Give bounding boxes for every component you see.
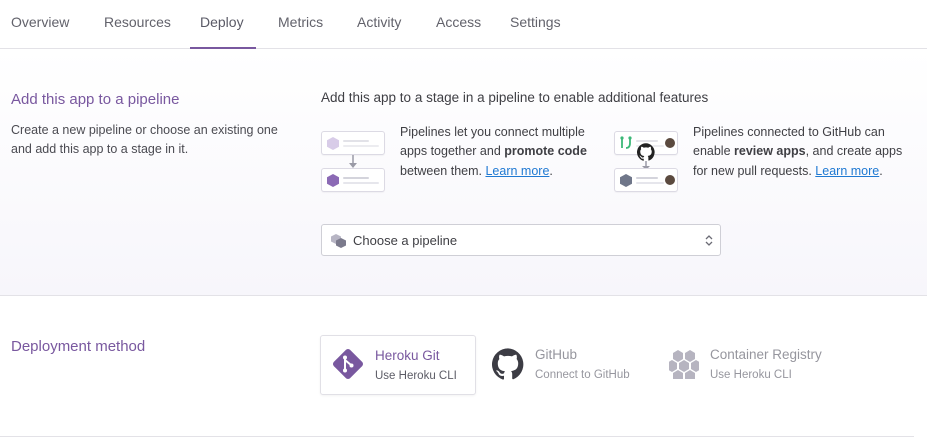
deploy-method-heroku-git[interactable]: Heroku Git Use Heroku CLI bbox=[320, 335, 476, 395]
hexagon-purple-icon bbox=[327, 174, 339, 187]
pipelines-promote-feature-text: Pipelines let you connect multiple apps … bbox=[400, 125, 587, 178]
tab-activity[interactable]: Activity bbox=[357, 14, 401, 30]
section-divider bbox=[0, 436, 914, 437]
choose-pipeline-select[interactable]: Choose a pipeline bbox=[321, 224, 721, 256]
heroku-git-subtitle: Use Heroku CLI bbox=[375, 370, 457, 382]
learn-more-link-review-apps[interactable]: Learn more bbox=[815, 164, 879, 178]
app-nav-tabs: Overview Resources Deploy Metrics Activi… bbox=[0, 0, 927, 49]
pipeline-lead-text: Add this app to a stage in a pipeline to… bbox=[321, 90, 709, 105]
container-registry-subtitle: Use Heroku CLI bbox=[710, 369, 792, 381]
avatar bbox=[665, 138, 675, 148]
git-icon bbox=[332, 348, 364, 380]
github-small-icon bbox=[637, 143, 655, 161]
promote-code-emphasis: promote code bbox=[504, 144, 587, 159]
review-apps-emphasis: review apps bbox=[734, 144, 806, 159]
hexagon-gray-icon bbox=[620, 174, 632, 187]
github-title: GitHub bbox=[535, 347, 578, 362]
avatar bbox=[665, 175, 675, 185]
arrow-down-icon bbox=[349, 155, 357, 168]
stage-card-bottom bbox=[321, 168, 385, 192]
tab-metrics[interactable]: Metrics bbox=[278, 14, 323, 30]
tab-deploy[interactable]: Deploy bbox=[200, 14, 244, 30]
select-value: Choose a pipeline bbox=[353, 233, 458, 248]
tab-resources[interactable]: Resources bbox=[104, 14, 171, 30]
chevron-updown-icon bbox=[705, 235, 713, 246]
stage-card-top bbox=[321, 131, 385, 155]
tab-settings[interactable]: Settings bbox=[510, 14, 561, 30]
pipeline-section-description: Create a new pipeline or choose an exist… bbox=[11, 123, 278, 156]
deployment-method-title: Deployment method bbox=[11, 338, 146, 355]
github-icon bbox=[492, 348, 524, 380]
container-registry-title: Container Registry bbox=[710, 347, 822, 362]
github-subtitle: Connect to GitHub bbox=[535, 369, 630, 381]
tab-access[interactable]: Access bbox=[436, 14, 481, 30]
tab-overview[interactable]: Overview bbox=[11, 14, 69, 30]
pipeline-section-title: Add this app to a pipeline bbox=[11, 91, 180, 108]
container-registry-icon bbox=[669, 350, 699, 379]
deploy-method-container-registry[interactable]: Container Registry Use Heroku CLI bbox=[665, 335, 845, 395]
review-app-card bbox=[614, 168, 678, 192]
hexagon-light-icon bbox=[327, 137, 339, 150]
learn-more-link-pipelines[interactable]: Learn more bbox=[485, 164, 549, 178]
pipeline-icon bbox=[331, 234, 346, 248]
pull-request-icon bbox=[620, 136, 632, 149]
review-apps-feature-text: Pipelines connected to GitHub can enable… bbox=[693, 125, 903, 178]
heroku-git-title: Heroku Git bbox=[375, 348, 440, 363]
deploy-method-github[interactable]: GitHub Connect to GitHub bbox=[488, 335, 648, 395]
